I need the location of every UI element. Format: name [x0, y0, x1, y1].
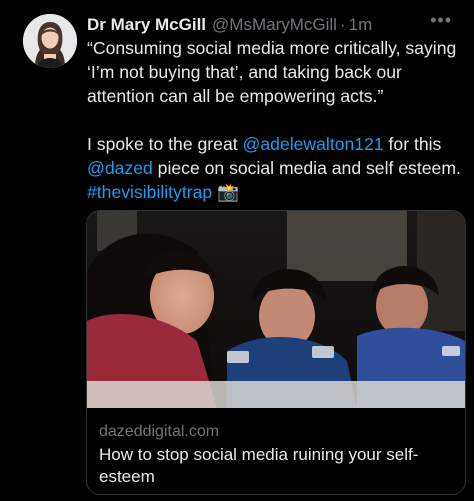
mention-link[interactable]: @adelewalton121 — [243, 134, 384, 154]
card-title[interactable]: How to stop social media ruining your se… — [99, 444, 459, 488]
timestamp[interactable]: 1m — [349, 15, 373, 35]
avatar[interactable] — [23, 14, 77, 68]
text-segment: I spoke to the great — [87, 134, 243, 154]
link-card[interactable]: dazeddigital.com How to stop social medi… — [86, 210, 466, 495]
tweet-paragraph: I spoke to the great @adelewalton121 for… — [87, 132, 467, 204]
author-handle[interactable]: @MsMaryMcGill — [212, 15, 337, 35]
tweet-header: Dr Mary McGill @MsMaryMcGill · 1m — [87, 14, 460, 36]
camera-flash-emoji: 📸 — [217, 182, 239, 202]
author-name[interactable]: Dr Mary McGill — [87, 15, 206, 35]
card-image[interactable] — [87, 211, 465, 408]
ellipsis-icon[interactable]: ••• — [430, 10, 452, 31]
mention-link[interactable]: @dazed — [87, 158, 153, 178]
text-segment: for this — [383, 134, 442, 154]
text-segment: piece on social media and self esteem. — [152, 158, 461, 178]
tweet-text: “Consuming social media more critically,… — [87, 36, 467, 204]
card-domain[interactable]: dazeddigital.com — [99, 423, 219, 441]
hashtag-link[interactable]: #thevisibilitytrap — [87, 182, 212, 202]
separator: · — [339, 15, 346, 34]
quote-text: “Consuming social media more critically,… — [87, 38, 457, 106]
